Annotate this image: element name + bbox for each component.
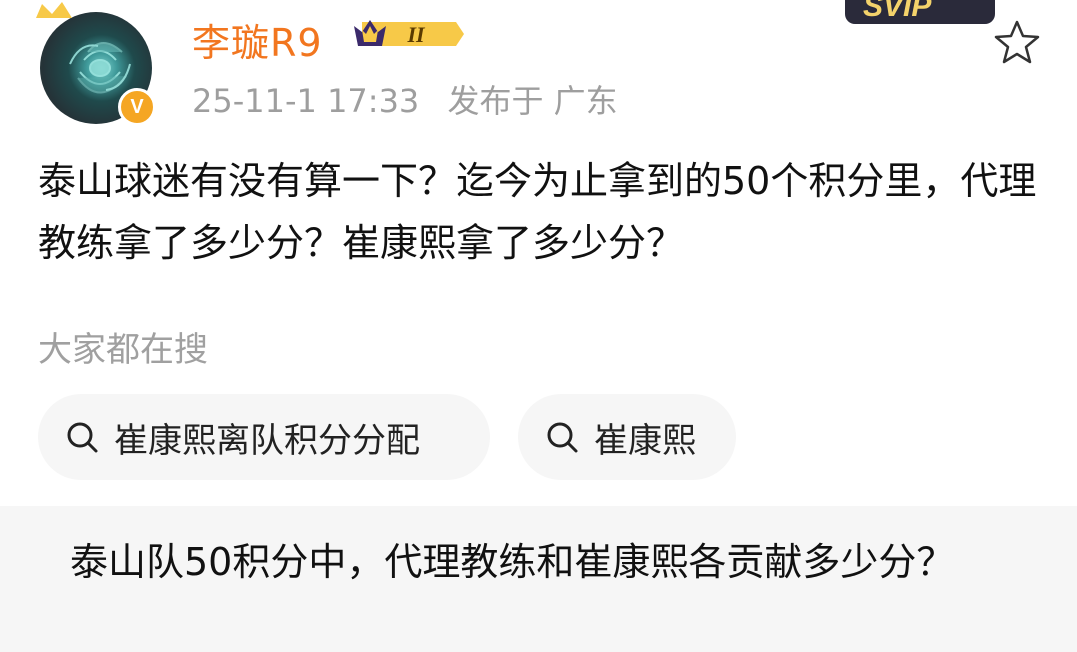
- search-chip[interactable]: 崔康熙: [518, 394, 736, 480]
- decoration-icon: [36, 2, 72, 18]
- summary-text: 泰山队50积分中，代理教练和崔康熙各贡献多少分？: [70, 540, 955, 584]
- search-icon: [67, 422, 98, 453]
- post-date: 25-11-1 17:33: [192, 82, 420, 120]
- post-meta: 25-11-1 17:33 发布于 广东: [192, 76, 636, 122]
- avatar-container[interactable]: V: [36, 2, 160, 126]
- verified-badge: V: [118, 88, 156, 126]
- username[interactable]: 李璇R9: [192, 12, 323, 67]
- post-location: 发布于 广东: [447, 82, 618, 120]
- search-chip-text: 崔康熙离队积分分配: [114, 420, 420, 461]
- search-chip-text: 崔康熙: [594, 420, 696, 461]
- trending-search-label: 大家都在搜: [38, 330, 208, 370]
- star-icon[interactable]: [990, 16, 1044, 70]
- svip-logo: SVIP: [845, 0, 995, 24]
- search-chip[interactable]: 崔康熙离队积分分配: [38, 394, 490, 480]
- search-icon: [547, 422, 578, 453]
- svip-logo-text: SVIP: [863, 0, 932, 23]
- post-body: 泰山球迷有没有算一下？迄今为止拿到的50个积分里，代理教练拿了多少分？崔康熙拿了…: [38, 159, 1037, 265]
- weibo-post: V 李璇R9 II 25-11-1 17:33 发布于 广东 SVIP 泰山球迷…: [0, 0, 1077, 652]
- vip-badge-icon[interactable]: II: [352, 16, 464, 52]
- vip-level-text: II: [406, 22, 426, 47]
- summary-panel[interactable]: 泰山队50积分中，代理教练和崔康熙各贡献多少分？: [0, 506, 1077, 652]
